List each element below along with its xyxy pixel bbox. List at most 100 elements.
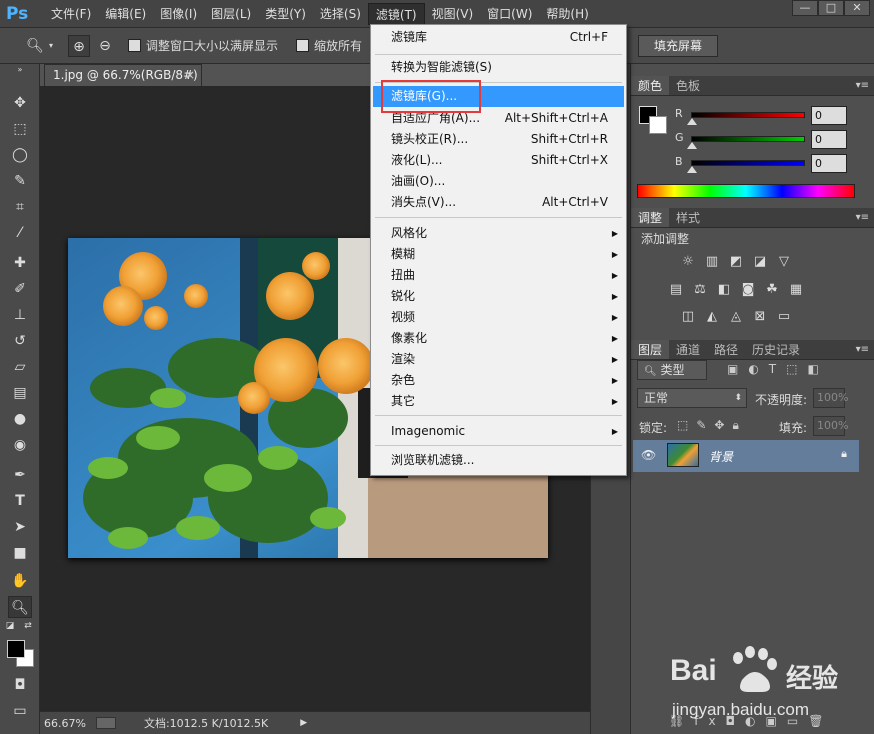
healing-tool-icon[interactable]: ✚ (8, 252, 32, 274)
color-spectrum-bar[interactable] (637, 184, 855, 198)
menu-item-noise[interactable]: 杂色 ▶ (373, 370, 624, 391)
quick-select-tool-icon[interactable]: ✎ (8, 170, 32, 192)
menu-item-vanishing-point[interactable]: 消失点(V)... Alt+Ctrl+V (373, 192, 624, 213)
zoom-out-icon[interactable]: ⊖ (94, 35, 116, 57)
fill-field[interactable]: 100% (813, 416, 848, 436)
close-button[interactable]: ✕ (844, 0, 870, 16)
menu-layer[interactable]: 图层(L) (204, 3, 258, 25)
tab-swatches[interactable]: 色板 (669, 76, 707, 95)
posterize-icon[interactable]: ◭ (703, 309, 721, 325)
gradient-map-icon[interactable]: ▭ (775, 309, 793, 325)
quick-mask-icon[interactable]: ◘ (8, 674, 32, 696)
swap-colors-icon[interactable]: ⇄ (22, 620, 34, 632)
lock-icons[interactable]: ⬚✎✥🔒︎ (677, 418, 747, 433)
panel-menu-icon[interactable]: ▾≡ (856, 340, 869, 360)
channel-mixer-icon[interactable]: ☘ (763, 282, 781, 298)
menu-item-sharpen[interactable]: 锐化 ▶ (373, 286, 624, 307)
panel-menu-icon[interactable]: ▾≡ (856, 208, 869, 228)
stamp-tool-icon[interactable]: ⊥ (8, 304, 32, 326)
zoom-in-icon[interactable]: ⊕ (68, 34, 90, 57)
status-menu-arrow-icon[interactable]: ▶ (300, 718, 307, 728)
panel-menu-icon[interactable]: ▾≡ (856, 76, 869, 96)
history-brush-icon[interactable]: ↺ (8, 330, 32, 352)
menu-item-convert-smart-filter[interactable]: 转换为智能滤镜(S) (373, 57, 624, 78)
maximize-button[interactable]: □ (818, 0, 844, 16)
menu-window[interactable]: 窗口(W) (480, 3, 539, 25)
blue-value-field[interactable]: 0 (811, 154, 847, 173)
zoom-level[interactable]: 66.67% (44, 717, 86, 730)
curves-icon[interactable]: ◩ (727, 254, 745, 270)
menu-edit[interactable]: 编辑(E) (98, 3, 153, 25)
color-lookup-icon[interactable]: ▦ (787, 282, 805, 298)
levels-icon[interactable]: ▥ (703, 254, 721, 270)
eraser-tool-icon[interactable]: ▱ (8, 356, 32, 378)
menu-image[interactable]: 图像(I) (153, 3, 204, 25)
close-icon[interactable]: × (185, 65, 195, 85)
layer-filter-select[interactable]: 🔍︎ 类型 (637, 360, 707, 380)
menu-select[interactable]: 选择(S) (313, 3, 368, 25)
dodge-tool-icon[interactable]: ◉ (8, 434, 32, 456)
eyedropper-tool-icon[interactable]: ⁄ (8, 222, 32, 244)
tab-styles[interactable]: 样式 (669, 208, 707, 227)
menu-item-video[interactable]: 视频 ▶ (373, 307, 624, 328)
layer-row-background[interactable]: 👁︎ 背景 🔒︎ (633, 440, 859, 472)
resize-windows-checkbox[interactable] (128, 39, 141, 52)
tab-adjustments[interactable]: 调整 (631, 208, 670, 227)
slider-green[interactable]: G 0 (631, 128, 874, 152)
blur-tool-icon[interactable]: ● (8, 408, 32, 430)
slider-red[interactable]: R 0 (631, 104, 874, 128)
red-value-field[interactable]: 0 (811, 106, 847, 125)
menu-type[interactable]: 类型(Y) (258, 3, 313, 25)
menu-view[interactable]: 视图(V) (425, 3, 481, 25)
path-select-tool-icon[interactable]: ➤ (8, 516, 32, 538)
vibrance-icon[interactable]: ▽ (775, 254, 793, 270)
brightness-icon[interactable]: ☼ (679, 254, 697, 270)
menu-help[interactable]: 帮助(H) (539, 3, 595, 25)
menu-item-imagenomic[interactable]: Imagenomic ▶ (373, 421, 624, 442)
tab-layers[interactable]: 图层 (631, 340, 670, 359)
photo-filter-icon[interactable]: ◙ (739, 282, 757, 298)
tab-color[interactable]: 颜色 (631, 76, 670, 95)
marquee-tool-icon[interactable]: ⬚ (8, 118, 32, 140)
blend-mode-select[interactable]: 正常 ⬍ (637, 388, 747, 408)
fill-screen-button[interactable]: 填充屏幕 (638, 35, 718, 57)
foreground-color-swatch[interactable] (7, 640, 25, 658)
tab-history[interactable]: 历史记录 (745, 340, 807, 359)
visibility-eye-icon[interactable]: 👁︎ (641, 448, 656, 462)
shape-tool-icon[interactable]: ■ (8, 542, 32, 564)
menu-item-lens-correction[interactable]: 镜头校正(R)... Shift+Ctrl+R (373, 129, 624, 150)
tab-paths[interactable]: 路径 (707, 340, 745, 359)
threshold-icon[interactable]: ◬ (727, 309, 745, 325)
menu-filter[interactable]: 滤镜(T) (367, 2, 425, 25)
menu-item-oil-paint[interactable]: 油画(O)... (373, 171, 624, 192)
zoom-tool-icon[interactable]: 🔍︎ (8, 596, 32, 618)
menu-item-blur[interactable]: 模糊 ▶ (373, 244, 624, 265)
slider-blue[interactable]: B 0 (631, 152, 874, 176)
zoom-tool-icon[interactable]: 🔍︎ (24, 35, 46, 57)
layer-name[interactable]: 背景 (709, 448, 733, 465)
type-tool-icon[interactable]: T (8, 490, 32, 512)
menu-file[interactable]: 文件(F) (44, 3, 98, 25)
hue-saturation-icon[interactable]: ▤ (667, 282, 685, 298)
crop-tool-icon[interactable]: ⌗ (8, 196, 32, 218)
zoom-all-checkbox[interactable] (296, 39, 310, 52)
default-colors-icon[interactable]: ◪ (4, 620, 16, 632)
menu-item-stylize[interactable]: 风格化 ▶ (373, 223, 624, 244)
collapse-icon[interactable]: » (8, 64, 32, 76)
brush-tool-icon[interactable]: ✐ (8, 278, 32, 300)
invert-icon[interactable]: ◫ (679, 309, 697, 325)
opacity-field[interactable]: 100% (813, 388, 848, 408)
screen-mode-icon[interactable]: ▭ (8, 700, 32, 722)
menu-item-browse-online[interactable]: 浏览联机滤镜... (373, 450, 624, 471)
menu-item-pixelate[interactable]: 像素化 ▶ (373, 328, 624, 349)
pen-tool-icon[interactable]: ✒ (8, 464, 32, 486)
menu-item-render[interactable]: 渲染 ▶ (373, 349, 624, 370)
gradient-tool-icon[interactable]: ▤ (8, 382, 32, 404)
document-tab[interactable]: 1.jpg @ 66.7%(RGB/8#) × (44, 64, 202, 86)
chevron-down-icon[interactable]: ▾ (46, 35, 56, 57)
menu-item-distort[interactable]: 扭曲 ▶ (373, 265, 624, 286)
menu-item-liquify[interactable]: 液化(L)... Shift+Ctrl+X (373, 150, 624, 171)
black-white-icon[interactable]: ◧ (715, 282, 733, 298)
green-value-field[interactable]: 0 (811, 130, 847, 149)
menu-item-filter-gallery-last[interactable]: 滤镜库 Ctrl+F (373, 27, 624, 48)
